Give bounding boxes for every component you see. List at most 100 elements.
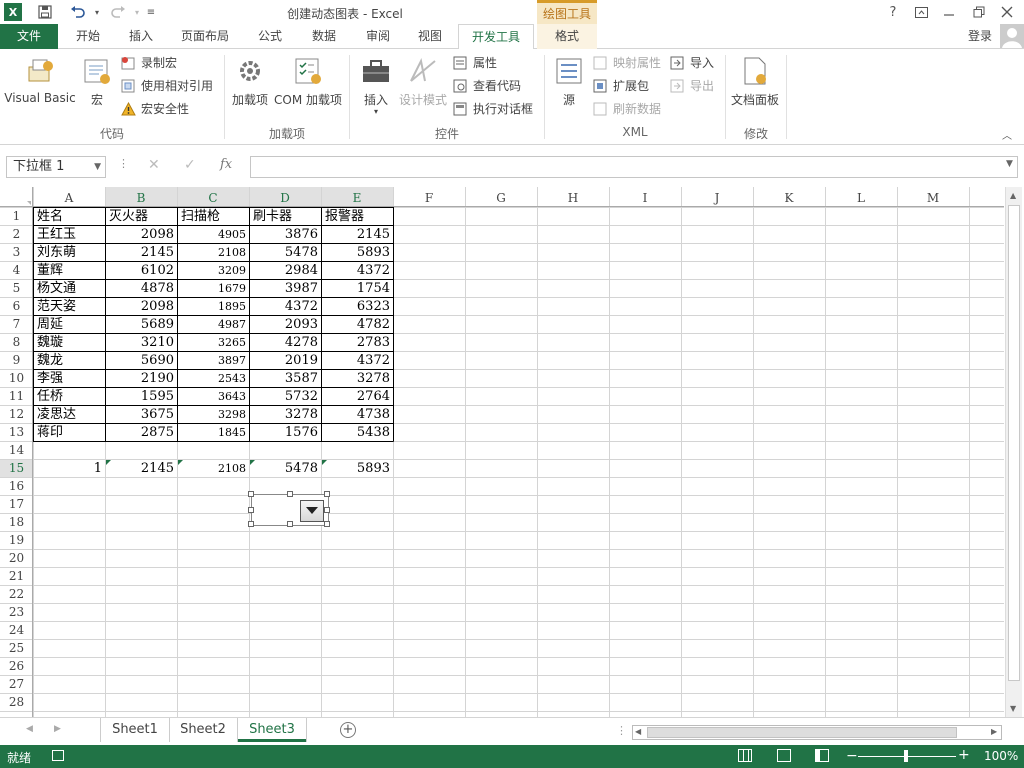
row-header-3[interactable]: 3 [0, 243, 33, 261]
tab-file[interactable]: 文件 [0, 24, 58, 49]
table-cell[interactable]: 李强 [34, 370, 105, 388]
signin-link[interactable]: 登录 [962, 24, 998, 49]
scroll-left-icon[interactable]: ◀ [635, 727, 641, 736]
row-header-24[interactable]: 24 [0, 621, 33, 639]
table-cell[interactable]: 1595 [106, 388, 177, 406]
table-cell[interactable]: 王红玉 [34, 226, 105, 244]
row-header-5[interactable]: 5 [0, 279, 33, 297]
table-cell[interactable]: 范天姿 [34, 298, 105, 316]
sheet-tab-sheet3[interactable]: Sheet3 [238, 718, 306, 742]
row-header-12[interactable]: 12 [0, 405, 33, 423]
expand-formula-icon[interactable]: ▼ [1006, 159, 1013, 169]
resize-handle[interactable] [248, 521, 254, 527]
addins-button[interactable]: 加载项 [230, 55, 270, 108]
column-header-e[interactable]: E [321, 189, 393, 207]
row-header-18[interactable]: 18 [0, 513, 33, 531]
row-header-28[interactable]: 28 [0, 693, 33, 711]
design-mode-button[interactable]: 设计模式 [398, 55, 448, 108]
table-cell[interactable]: 3278 [322, 370, 393, 388]
table-cell[interactable]: 魏龙 [34, 352, 105, 370]
table-cell[interactable]: 报警器 [322, 208, 393, 226]
tab-format[interactable]: 格式 [537, 24, 597, 49]
refresh-data-button[interactable]: 刷新数据 [593, 99, 661, 119]
zoom-out-button[interactable]: − [846, 748, 858, 764]
row-header-26[interactable]: 26 [0, 657, 33, 675]
tab-data[interactable]: 数据 [304, 24, 344, 49]
resize-handle[interactable] [287, 491, 293, 497]
row-header-23[interactable]: 23 [0, 603, 33, 621]
table-cell[interactable]: 刷卡器 [250, 208, 321, 226]
row-header-4[interactable]: 4 [0, 261, 33, 279]
sheet-tab-sheet1[interactable]: Sheet1 [102, 718, 168, 742]
column-header-h[interactable]: H [537, 189, 609, 207]
vertical-scrollbar[interactable]: ▲ ▼ [1005, 187, 1022, 717]
view-code-button[interactable]: 查看代码 [453, 76, 521, 96]
column-header-d[interactable]: D [249, 189, 321, 207]
row-header-17[interactable]: 17 [0, 495, 33, 513]
com-addins-button[interactable]: COM 加载项 [272, 55, 344, 108]
table-cell[interactable]: 周延 [34, 316, 105, 334]
table-cell[interactable]: 4905 [178, 226, 249, 244]
table-cell[interactable]: 3265 [178, 334, 249, 352]
xml-source-button[interactable]: 源 [552, 55, 586, 108]
table-cell[interactable]: 杨文通 [34, 280, 105, 298]
table-cell[interactable]: 6102 [106, 262, 177, 280]
combo-dropdown-button[interactable] [300, 500, 324, 522]
restore-icon[interactable] [968, 2, 990, 22]
resize-handle[interactable] [324, 491, 330, 497]
tab-formulas[interactable]: 公式 [250, 24, 290, 49]
expansion-packs-button[interactable]: 扩展包 [593, 76, 649, 96]
next-sheet-icon[interactable]: ▶ [54, 724, 61, 734]
import-button[interactable]: 导入 [670, 53, 714, 73]
table-cell[interactable]: 5732 [250, 388, 321, 406]
table-cell[interactable]: 2190 [106, 370, 177, 388]
relative-ref-button[interactable]: 使用相对引用 [121, 76, 213, 96]
insert-control-button[interactable]: 插入 ▾ [356, 55, 396, 116]
table-cell[interactable]: 5478 [250, 460, 321, 478]
table-cell[interactable]: 1679 [178, 280, 249, 298]
sheet-tab-sheet2[interactable]: Sheet2 [170, 718, 236, 742]
row-header-6[interactable]: 6 [0, 297, 33, 315]
confirm-entry-icon[interactable]: ✓ [184, 157, 196, 173]
table-cell[interactable]: 3209 [178, 262, 249, 280]
table-cell[interactable]: 5893 [322, 460, 393, 478]
zoom-in-button[interactable]: + [958, 747, 970, 763]
run-dialog-button[interactable]: 执行对话框 [453, 99, 533, 119]
tab-split-grip-icon[interactable]: ⋮ [616, 724, 627, 737]
table-cell[interactable]: 4372 [250, 298, 321, 316]
tab-developer[interactable]: 开发工具 [458, 24, 534, 50]
table-cell[interactable]: 5438 [322, 424, 393, 442]
table-cell[interactable]: 2145 [322, 226, 393, 244]
table-cell[interactable]: 2783 [322, 334, 393, 352]
table-cell[interactable]: 3897 [178, 352, 249, 370]
insert-function-button[interactable]: fx [220, 157, 232, 172]
table-cell[interactable]: 扫描枪 [178, 208, 249, 226]
record-macro-button[interactable]: 录制宏 [121, 53, 177, 73]
page-break-view-icon[interactable] [815, 749, 829, 762]
worksheet-grid[interactable]: ABCDEFGHIJKLM 1 2 3 4 5 6 7 8 9 10 11 12 13 14 15 16 17 1… [0, 187, 1024, 717]
tab-page-layout[interactable]: 页面布局 [172, 24, 238, 49]
column-header-m[interactable]: M [897, 189, 969, 207]
formula-input[interactable] [250, 156, 1018, 178]
row-header-22[interactable]: 22 [0, 585, 33, 603]
table-cell[interactable]: 2098 [106, 226, 177, 244]
row-header-27[interactable]: 27 [0, 675, 33, 693]
tab-insert[interactable]: 插入 [118, 24, 164, 49]
resize-handle[interactable] [248, 491, 254, 497]
column-header-a[interactable]: A [33, 189, 105, 207]
column-header-c[interactable]: C [177, 189, 249, 207]
table-cell[interactable]: 刘东萌 [34, 244, 105, 262]
row-header-15[interactable]: 15 [0, 459, 33, 477]
row-header-9[interactable]: 9 [0, 351, 33, 369]
horizontal-scroll-thumb[interactable] [647, 727, 957, 738]
visual-basic-button[interactable]: Visual Basic [4, 55, 76, 105]
table-cell[interactable]: 凌思达 [34, 406, 105, 424]
table-cell[interactable]: 2093 [250, 316, 321, 334]
table-cell[interactable]: 3643 [178, 388, 249, 406]
table-cell[interactable]: 4782 [322, 316, 393, 334]
row-header-7[interactable]: 7 [0, 315, 33, 333]
cancel-entry-icon[interactable]: ✕ [148, 157, 160, 173]
scroll-right-icon[interactable]: ▶ [991, 727, 997, 736]
row-header-1[interactable]: 1 [0, 207, 33, 225]
collapse-ribbon-icon[interactable]: ︿ [1002, 127, 1012, 142]
